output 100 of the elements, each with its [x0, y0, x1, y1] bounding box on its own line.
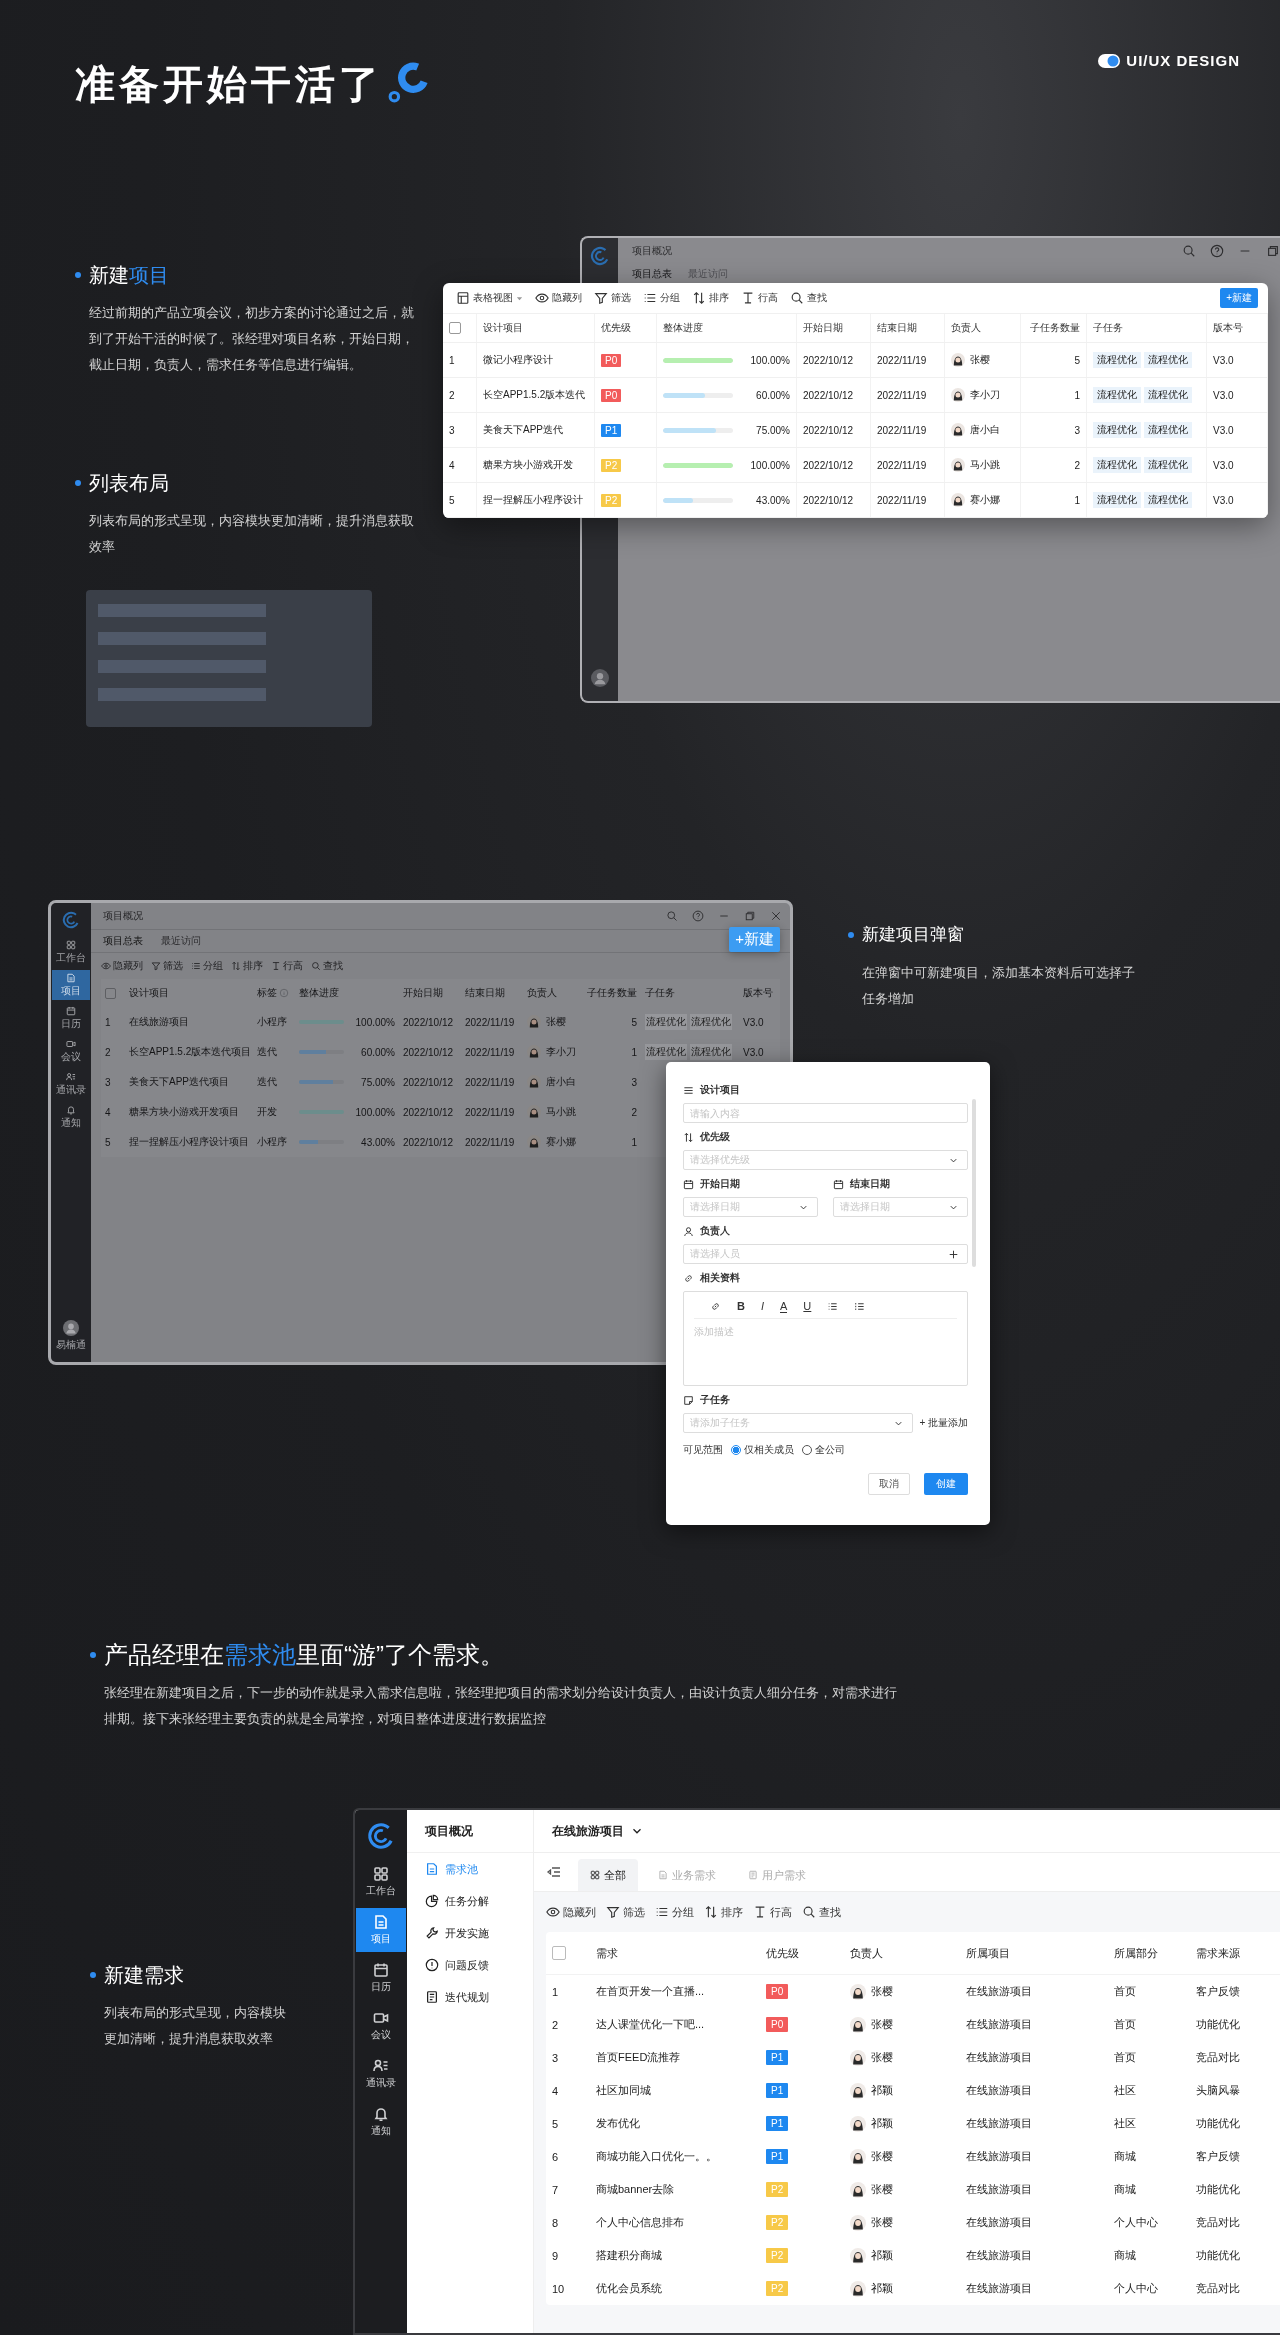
cancel-button[interactable]: 取消	[868, 1473, 910, 1495]
toolbar-button[interactable]: 查找	[309, 958, 345, 974]
table-cell-text: 竞品对比	[1195, 2281, 1241, 2296]
sidebar-item[interactable]: 会议	[356, 2004, 406, 2048]
project-dropdown[interactable]: 在线旅游项目	[546, 1821, 650, 1841]
checkbox[interactable]	[552, 1946, 566, 1960]
sidebar-item[interactable]: 项目	[52, 970, 90, 1000]
toolbar-button[interactable]: 筛选	[604, 1903, 647, 1921]
toolbar-button[interactable]: 筛选	[149, 958, 185, 974]
avatar-icon[interactable]	[63, 1320, 79, 1336]
sidebar-item[interactable]: 工作台	[356, 1860, 406, 1904]
avatar-icon	[951, 388, 965, 402]
checkbox[interactable]	[449, 322, 461, 334]
toolbar-button[interactable]: 分组	[189, 958, 225, 974]
table-cell-text: 个人中心信息排布	[595, 2215, 685, 2230]
progress-bar	[663, 357, 733, 363]
bullet-dot	[90, 1652, 96, 1658]
nav-item[interactable]: 任务分解	[407, 1885, 533, 1917]
sidebar-item[interactable]: 日历	[52, 1003, 90, 1033]
search-icon[interactable]	[1182, 244, 1196, 258]
avatar-icon[interactable]	[591, 669, 609, 687]
column-header: 所属项目	[965, 1945, 1011, 1961]
radio-label: 仅相关成员	[744, 1443, 794, 1457]
search-icon[interactable]	[666, 910, 678, 922]
toolbar-button[interactable]: 行高	[751, 1903, 794, 1921]
tool-underline[interactable]: U	[803, 1300, 812, 1312]
field-label: 设计项目	[700, 1083, 740, 1097]
sidebar-item[interactable]: 通讯录	[52, 1069, 90, 1099]
progress-value: 100.00%	[355, 1106, 395, 1118]
new-button[interactable]: +新建	[1220, 288, 1258, 308]
scrollbar[interactable]	[972, 1099, 976, 1267]
tab[interactable]: 全部	[578, 1859, 638, 1891]
sidebar-item[interactable]: 项目	[356, 1908, 406, 1952]
numbered-list-icon[interactable]	[854, 1300, 866, 1312]
radio-button[interactable]	[731, 1445, 741, 1455]
row-number: 1	[104, 1015, 112, 1030]
batch-add-link[interactable]: + 批量添加	[919, 1416, 968, 1430]
progress-value: 75.00%	[361, 1076, 395, 1088]
priority-tag: P1	[601, 423, 622, 437]
toolbar-button[interactable]: 分组	[653, 1903, 696, 1921]
priority-tag: P0	[766, 1984, 789, 1999]
nav-item[interactable]: 迭代规划	[407, 1981, 533, 2013]
sidebar-item[interactable]: 通知	[52, 1102, 90, 1132]
table-cell: 微记小程序设计	[477, 343, 595, 377]
tool-color[interactable]: A	[780, 1299, 788, 1313]
toolbar-button[interactable]: 查找	[787, 289, 830, 307]
toolbar-button[interactable]: 行高	[738, 289, 781, 307]
note-icon	[683, 1394, 694, 1406]
toggle-icon	[1098, 53, 1121, 68]
avatar-icon	[850, 2247, 866, 2264]
create-button[interactable]: 创建	[924, 1473, 968, 1495]
table-cell-text: 在线旅游项目	[965, 1984, 1033, 1999]
nav-item[interactable]: 开发实施	[407, 1917, 533, 1949]
toolbar-button[interactable]: 查找	[800, 1903, 843, 1921]
table-cell-text: 达人课堂优化一下吧...	[595, 2017, 706, 2032]
restore-icon[interactable]	[1266, 244, 1280, 258]
toolbar-button[interactable]: 隐藏列	[544, 1903, 598, 1921]
link-icon[interactable]	[710, 1300, 721, 1312]
tool-bold[interactable]: B	[737, 1300, 745, 1312]
checkbox[interactable]	[105, 987, 116, 999]
tool-italic[interactable]: I	[760, 1300, 764, 1312]
close-icon[interactable]	[770, 910, 782, 922]
subtask-tag: 流程优化	[1144, 387, 1192, 403]
sidebar-item[interactable]: 日历	[356, 1956, 406, 2000]
subtask-tag: 流程优化	[1093, 387, 1141, 403]
logo-icon	[367, 1822, 395, 1850]
tab[interactable]: 项目总表	[632, 267, 672, 281]
tab[interactable]: 最近访问	[161, 934, 201, 948]
toolbar-button[interactable]: 隐藏列	[532, 289, 585, 307]
row-number: 3	[104, 1075, 112, 1090]
toolbar-button[interactable]: 排序	[702, 1903, 745, 1921]
table-cell-text: 商城	[1113, 2182, 1137, 2197]
toolbar-button[interactable]: 行高	[269, 958, 305, 974]
grid-icon	[590, 1870, 600, 1880]
toolbar-button[interactable]: 分组	[640, 289, 683, 307]
sidebar-item[interactable]: 通讯录	[356, 2052, 406, 2096]
toolbar-button[interactable]: 表格视图	[453, 289, 526, 307]
nav-item[interactable]: 问题反馈	[407, 1949, 533, 1981]
sidebar-item[interactable]: 工作台	[52, 937, 90, 967]
sidebar-item[interactable]: 通知	[356, 2100, 406, 2144]
owner-name: 张樱	[871, 1984, 893, 1999]
table-cell-text: 商城功能入口优化一。。	[595, 2149, 718, 2164]
toolbar-button[interactable]: 排序	[229, 958, 265, 974]
avatar-icon	[527, 1045, 541, 1059]
help-icon[interactable]	[692, 910, 704, 922]
toolbar-button[interactable]: 筛选	[591, 289, 634, 307]
progress-bar	[663, 497, 733, 503]
tab[interactable]: 项目总表	[103, 934, 143, 948]
nav-item[interactable]: 需求池	[407, 1853, 533, 1885]
table-cell-text: 发布优化	[595, 2116, 641, 2131]
restore-icon[interactable]	[744, 910, 756, 922]
collapse-icon[interactable]	[546, 1864, 562, 1880]
help-icon[interactable]	[1210, 244, 1224, 258]
toolbar-button[interactable]: 排序	[689, 289, 732, 307]
toolbar-button[interactable]: 隐藏列	[99, 958, 145, 974]
table-cell-text: 美食天下APP迭代项目	[128, 1075, 230, 1089]
table-cell-text: 客户反馈	[1195, 2149, 1241, 2164]
table-cell: 2022/10/12	[797, 448, 871, 482]
sidebar-item[interactable]: 会议	[52, 1036, 90, 1066]
row-number: 1	[551, 1984, 560, 2000]
